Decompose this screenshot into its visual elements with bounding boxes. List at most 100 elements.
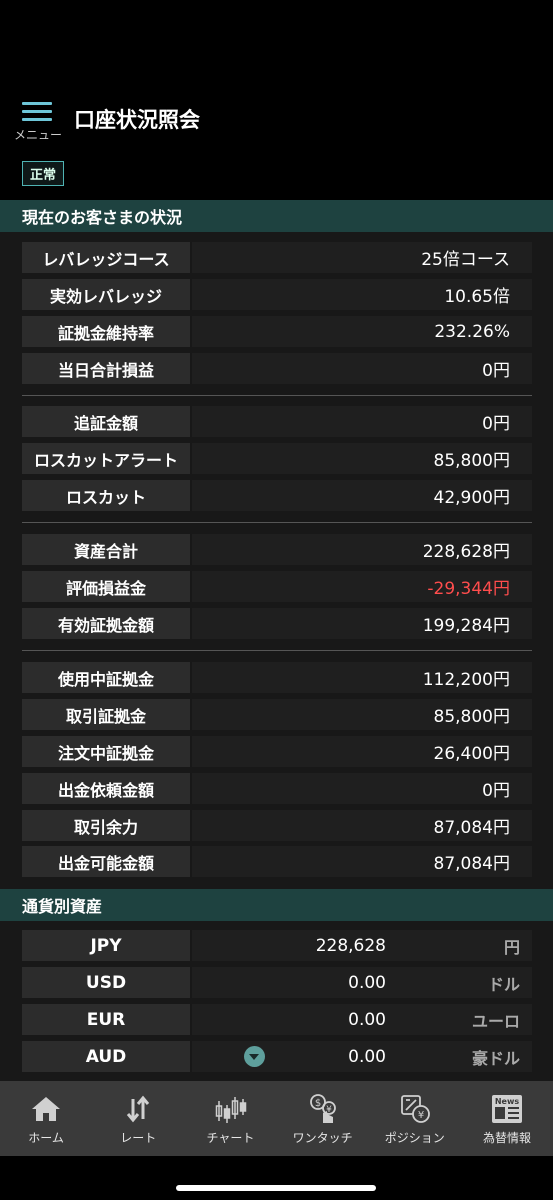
hamburger-icon xyxy=(22,100,52,122)
section-header-currency-assets: 通貨別資産 xyxy=(0,889,553,921)
svg-text:News: News xyxy=(495,1097,520,1106)
bottom-tab-bar: ホーム レート チャート $ ¥ ワンタッチ ¥ ポジション News 為替情報 xyxy=(0,1081,553,1156)
row-value: 0円 xyxy=(192,773,532,804)
tab-rate[interactable]: レート xyxy=(92,1081,184,1156)
row-value: 112,200円 xyxy=(192,662,532,693)
divider xyxy=(22,650,532,651)
tab-position[interactable]: ¥ ポジション xyxy=(369,1081,461,1156)
currency-amount: 228,628 xyxy=(315,935,386,956)
currency-code: EUR xyxy=(22,1004,190,1035)
menu-label: メニュー xyxy=(13,128,62,142)
row-label: 注文中証拠金 xyxy=(22,736,190,767)
section-header-account-status: 現在のお客さまの状況 xyxy=(0,200,553,232)
row-label: 使用中証拠金 xyxy=(22,662,190,693)
row-value: 85,800円 xyxy=(192,699,532,730)
status-row-leverage-course: レバレッジコース 25倍コース xyxy=(22,242,532,273)
status-row-daily-pl: 当日合計損益 0円 xyxy=(22,353,532,384)
row-value: 25倍コース xyxy=(192,242,532,273)
tab-label: 為替情報 xyxy=(482,1131,531,1145)
status-row-total-assets: 資産合計 228,628円 xyxy=(22,534,532,565)
status-row-margin-ratio: 証拠金維持率 232.26% xyxy=(22,316,532,347)
tab-label: ポジション xyxy=(384,1131,445,1145)
row-label: 取引証拠金 xyxy=(22,699,190,730)
currency-row: USD 0.00 ドル xyxy=(22,967,532,998)
row-value: 0円 xyxy=(192,353,532,384)
row-label: ロスカットアラート xyxy=(22,443,190,474)
position-icon: ¥ xyxy=(400,1095,430,1123)
row-value: 0円 xyxy=(192,406,532,437)
status-row-unrealized-pl: 評価損益金 -29,344円 xyxy=(22,571,532,602)
currency-amount-cell: 0.00 ドル xyxy=(192,967,532,998)
currency-unit: 円 xyxy=(503,937,520,957)
status-badge: 正常 xyxy=(22,161,64,186)
status-row-withdrawable: 出金可能金額 87,084円 xyxy=(22,846,532,877)
currency-assets-panel[interactable]: JPY 228,628 円 USD 0.00 ドル EUR 0.00 ユーロ A… xyxy=(0,921,553,1081)
status-row-withdrawal-request: 出金依頼金額 0円 xyxy=(22,773,532,804)
row-label: 追証金額 xyxy=(22,406,190,437)
row-label: 実効レバレッジ xyxy=(22,279,190,310)
status-row-losscut: ロスカット 42,900円 xyxy=(22,480,532,511)
row-label: 有効証拠金額 xyxy=(22,608,190,639)
tab-label: ワンタッチ xyxy=(292,1131,353,1145)
row-label: 取引余力 xyxy=(22,810,190,841)
row-value-negative: -29,344円 xyxy=(192,571,532,602)
currency-amount: 0.00 xyxy=(348,1046,386,1067)
currency-amount: 0.00 xyxy=(348,1009,386,1030)
row-value: 87,084円 xyxy=(192,810,532,841)
tab-home[interactable]: ホーム xyxy=(0,1081,92,1156)
currency-amount-cell: 0.00 豪ドル xyxy=(192,1041,532,1072)
home-indicator[interactable] xyxy=(176,1185,376,1191)
status-row-margin-in-use: 使用中証拠金 112,200円 xyxy=(22,662,532,693)
row-label: 当日合計損益 xyxy=(22,353,190,384)
status-row-effective-leverage: 実効レバレッジ 10.65倍 xyxy=(22,279,532,310)
row-label: 証拠金維持率 xyxy=(22,316,190,347)
currency-row: AUD 0.00 豪ドル xyxy=(22,1041,532,1072)
currency-unit: ドル xyxy=(487,974,520,994)
status-row-margin-call: 追証金額 0円 xyxy=(22,406,532,437)
news-icon: News xyxy=(491,1095,522,1123)
currency-code: AUD xyxy=(22,1041,190,1072)
row-value: 228,628円 xyxy=(192,534,532,565)
currency-amount-cell: 0.00 ユーロ xyxy=(192,1004,532,1035)
status-row-trade-margin: 取引証拠金 85,800円 xyxy=(22,699,532,730)
currency-amount: 0.00 xyxy=(348,972,386,993)
row-value: 85,800円 xyxy=(192,443,532,474)
row-value: 26,400円 xyxy=(192,736,532,767)
tab-label: レート xyxy=(120,1131,157,1145)
tab-one-touch[interactable]: $ ¥ ワンタッチ xyxy=(277,1081,369,1156)
tab-chart[interactable]: チャート xyxy=(184,1081,276,1156)
app-header: メニュー 口座状況照会 xyxy=(0,0,553,150)
row-value: 87,084円 xyxy=(192,846,532,877)
row-label: レバレッジコース xyxy=(22,242,190,273)
tab-fx-news[interactable]: News 為替情報 xyxy=(461,1081,553,1156)
candlestick-chart-icon xyxy=(216,1097,247,1123)
currency-unit: ユーロ xyxy=(471,1011,520,1031)
currency-amount-cell: 228,628 円 xyxy=(192,930,532,961)
page-title: 口座状況照会 xyxy=(74,108,200,132)
row-value: 10.65倍 xyxy=(192,279,532,310)
divider xyxy=(22,395,532,396)
currency-unit: 豪ドル xyxy=(471,1048,520,1068)
currency-code: JPY xyxy=(22,930,190,961)
row-label: 評価損益金 xyxy=(22,571,190,602)
svg-text:¥: ¥ xyxy=(418,1110,424,1121)
divider xyxy=(22,522,532,523)
row-value: 232.26% xyxy=(192,316,532,347)
status-row-effective-margin: 有効証拠金額 199,284円 xyxy=(22,608,532,639)
row-value: 199,284円 xyxy=(192,608,532,639)
rate-arrows-icon xyxy=(127,1095,150,1123)
status-row-losscut-alert: ロスカットアラート 85,800円 xyxy=(22,443,532,474)
menu-button[interactable]: メニュー xyxy=(12,100,64,142)
tab-label: ホーム xyxy=(28,1131,64,1145)
row-label: 資産合計 xyxy=(22,534,190,565)
currency-row: JPY 228,628 円 xyxy=(22,930,532,961)
account-status-panel: レバレッジコース 25倍コース 実効レバレッジ 10.65倍 証拠金維持率 23… xyxy=(0,232,553,889)
row-label: 出金依頼金額 xyxy=(22,773,190,804)
svg-text:$: $ xyxy=(314,1098,320,1109)
tab-label: チャート xyxy=(206,1131,255,1145)
home-icon xyxy=(32,1097,61,1121)
scroll-down-icon[interactable] xyxy=(244,1046,265,1067)
row-label: ロスカット xyxy=(22,480,190,511)
home-indicator-area xyxy=(0,1156,553,1200)
row-value: 42,900円 xyxy=(192,480,532,511)
